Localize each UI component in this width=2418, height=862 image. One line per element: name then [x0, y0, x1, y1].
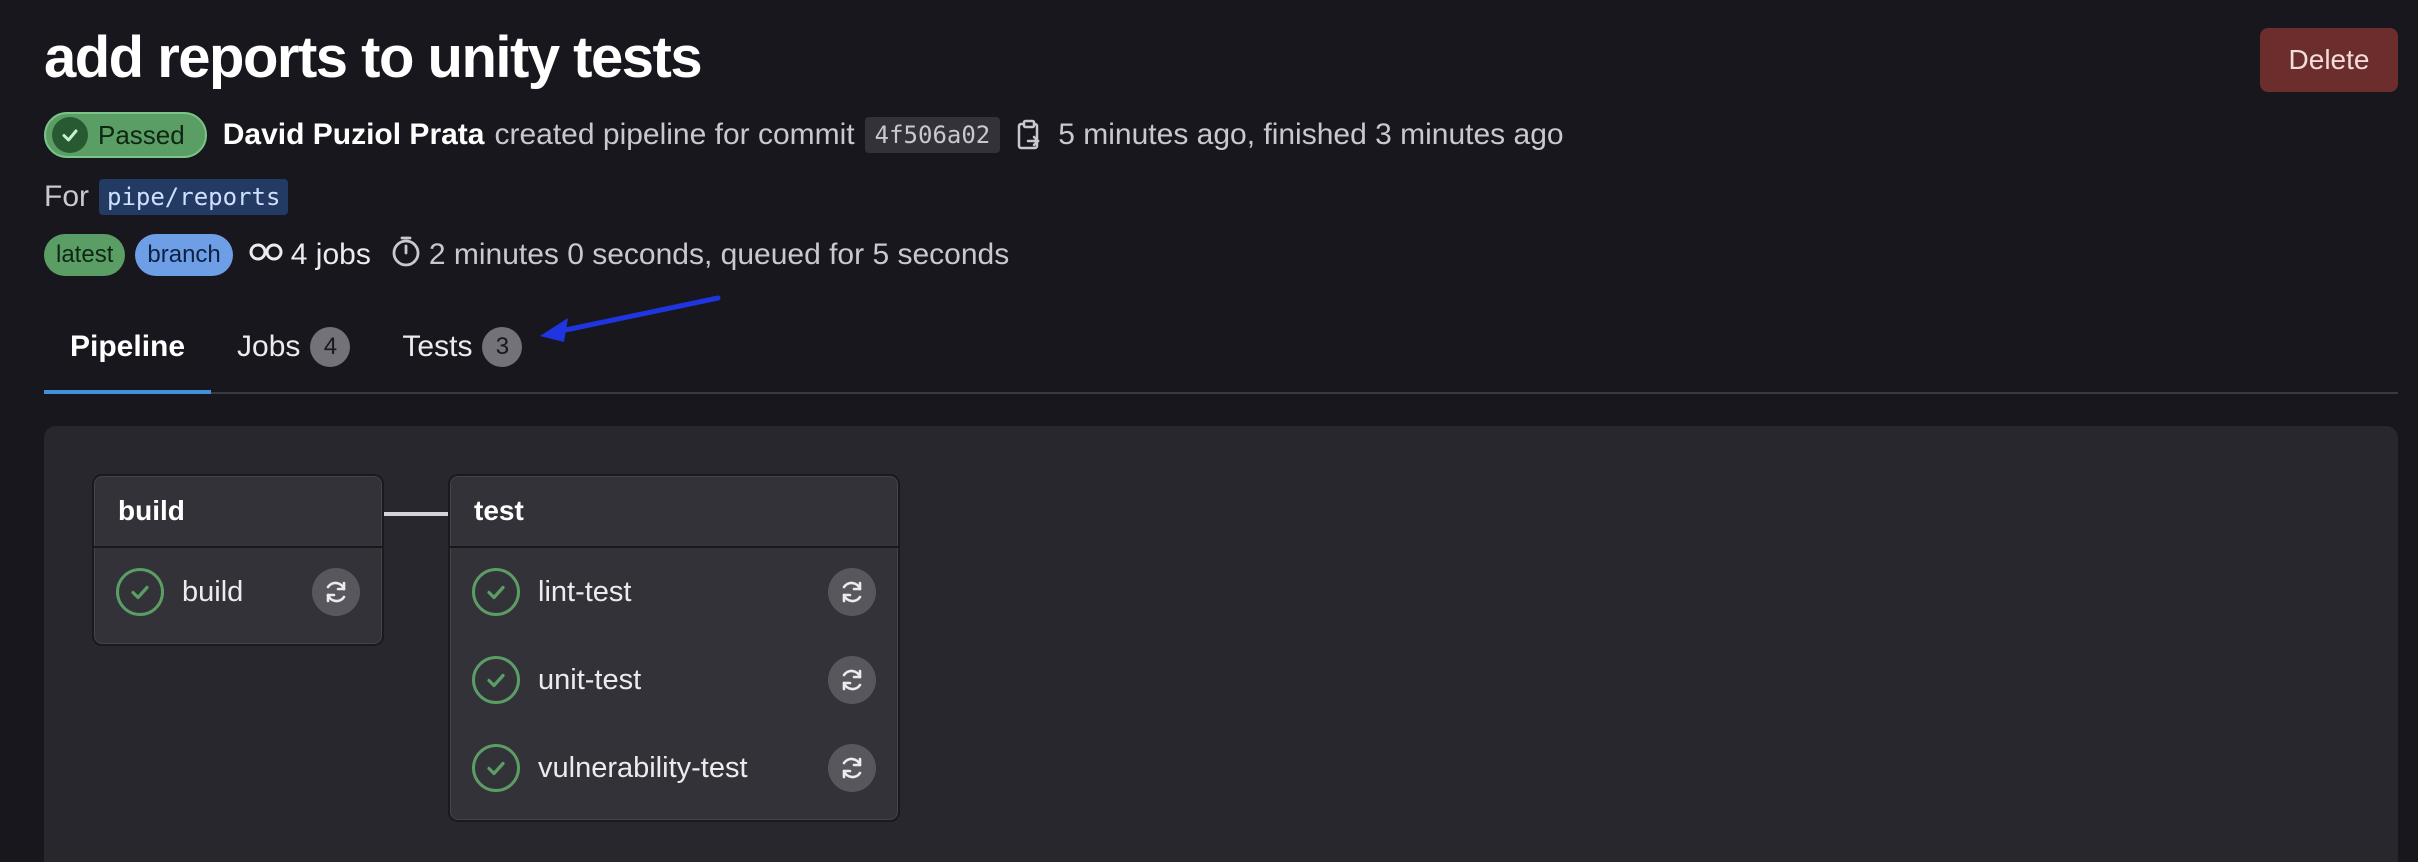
- branch-badge: branch: [135, 234, 233, 276]
- stage-title: build: [94, 476, 382, 548]
- delete-button[interactable]: Delete: [2260, 28, 2398, 92]
- duration: 2 minutes 0 seconds, queued for 5 second…: [391, 235, 1009, 275]
- tab-label: Jobs: [237, 330, 301, 363]
- tab-label: Tests: [402, 330, 473, 363]
- pipeline-meta: Passed David Puziol Prata created pipeli…: [44, 110, 1564, 160]
- success-check-icon: [472, 656, 520, 704]
- meta-time: 5 minutes ago, finished 3 minutes ago: [1058, 118, 1564, 151]
- badges-row: latest branch 4 jobs 2 minutes 0 seconds…: [44, 232, 1009, 278]
- job-name: build: [182, 575, 244, 608]
- job-name: unit-test: [538, 663, 642, 696]
- jobs-count-label: 4 jobs: [290, 238, 371, 271]
- success-check-icon: [472, 568, 520, 616]
- tab-pipeline[interactable]: Pipeline: [44, 302, 212, 394]
- retry-icon[interactable]: [828, 744, 876, 792]
- stage-test: test lint-test unit-test vulnerability-t…: [448, 474, 900, 822]
- job-build[interactable]: build: [94, 548, 382, 636]
- ref-row: For pipe/reports: [44, 174, 289, 220]
- ref-prefix: For: [44, 180, 89, 213]
- ref-link[interactable]: pipe/reports: [99, 179, 289, 215]
- retry-icon[interactable]: [828, 568, 876, 616]
- copy-icon[interactable]: [1016, 119, 1042, 151]
- timer-icon: [391, 235, 421, 275]
- pipeline-icon: [249, 238, 283, 272]
- meta-action-text: created pipeline for commit: [494, 118, 855, 151]
- retry-icon[interactable]: [828, 656, 876, 704]
- tab-count-badge: 3: [482, 327, 523, 367]
- author-link[interactable]: David Puziol Prata: [223, 118, 485, 152]
- job-vulnerability-test[interactable]: vulnerability-test: [450, 724, 898, 812]
- jobs-count: 4 jobs: [249, 238, 371, 272]
- status-badge[interactable]: Passed: [44, 112, 207, 158]
- stage-title: test: [450, 476, 898, 548]
- status-label: Passed: [98, 119, 185, 150]
- tab-label: Pipeline: [70, 330, 186, 363]
- annotation-arrow: [540, 295, 721, 342]
- pipeline-page: add reports to unity tests Delete Passed…: [0, 0, 2418, 862]
- job-name: vulnerability-test: [538, 751, 748, 784]
- retry-icon[interactable]: [312, 568, 360, 616]
- page-title: add reports to unity tests: [44, 25, 703, 90]
- pipeline-graph: build build test lint-test unit-test vul…: [44, 426, 2398, 862]
- check-circle-icon: [52, 117, 88, 153]
- job-lint-test[interactable]: lint-test: [450, 548, 898, 636]
- stage-build: build build: [92, 474, 384, 646]
- success-check-icon: [116, 568, 164, 616]
- success-check-icon: [472, 744, 520, 792]
- commit-sha[interactable]: 4f506a02: [864, 117, 1001, 153]
- tab-jobs[interactable]: Jobs 4: [211, 302, 376, 392]
- job-name: lint-test: [538, 575, 632, 608]
- stage-connector: [384, 512, 448, 516]
- pipeline-tabs: Pipeline Jobs 4 Tests 3: [44, 304, 2398, 394]
- duration-label: 2 minutes 0 seconds, queued for 5 second…: [428, 238, 1010, 271]
- latest-badge: latest: [44, 234, 126, 276]
- tab-count-badge: 4: [310, 327, 351, 367]
- tab-tests[interactable]: Tests 3: [376, 302, 548, 392]
- job-unit-test[interactable]: unit-test: [450, 636, 898, 724]
